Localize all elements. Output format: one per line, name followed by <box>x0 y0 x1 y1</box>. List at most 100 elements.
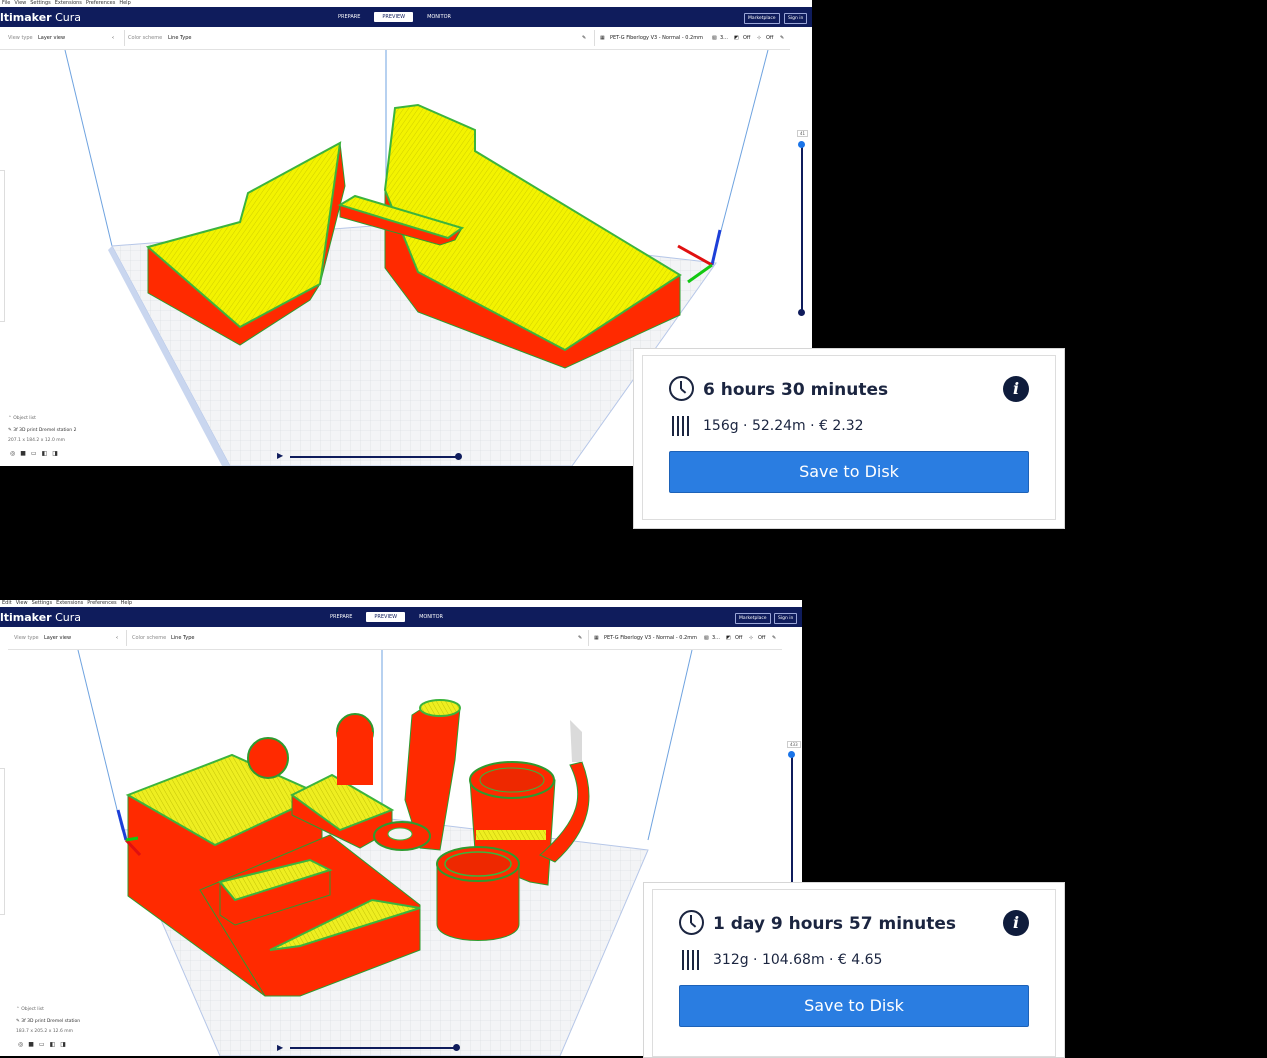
view-options-bar: View type Layer view ‹ Color scheme Line… <box>0 27 790 50</box>
object-list-toggle[interactable]: ⌃ Object list <box>8 416 36 421</box>
layer-number[interactable]: 433 <box>787 741 801 748</box>
menu-edit[interactable]: Edit <box>2 600 12 607</box>
marketplace-button[interactable]: Marketplace <box>744 13 780 24</box>
z-axis <box>116 809 128 841</box>
filament-icon <box>681 950 701 970</box>
tab-prepare[interactable]: PREPARE <box>330 12 368 22</box>
layer-number[interactable]: 41 <box>797 130 809 137</box>
info-icon[interactable]: i <box>1003 376 1029 402</box>
path-slider[interactable] <box>290 1047 456 1049</box>
support-icon: ▧ <box>704 635 709 641</box>
menu-file[interactable]: File <box>2 0 10 7</box>
printer-name: ✎ 3f 3D print Dremel station 2 <box>8 428 77 433</box>
adhesion-value-1: Off <box>735 635 743 641</box>
material-icon: ▦ <box>600 35 605 41</box>
color-scheme-select[interactable]: Line Type <box>171 635 195 641</box>
clock-icon <box>679 910 704 935</box>
play-icon[interactable]: ▶ <box>277 451 283 460</box>
view-type-select[interactable]: Layer view <box>44 635 71 641</box>
support-value: 3... <box>720 35 728 41</box>
layer-slider-bottom-handle[interactable] <box>798 309 805 316</box>
menu-preferences[interactable]: Preferences <box>86 0 115 7</box>
tab-monitor[interactable]: MONITOR <box>419 12 459 22</box>
material-estimate: 312g · 104.68m · € 4.65 <box>713 952 883 968</box>
menu-settings[interactable]: Settings <box>32 600 53 607</box>
pencil-icon[interactable]: ✎ <box>582 35 586 41</box>
edit-settings-icon[interactable]: ✎ <box>772 635 776 641</box>
build-volume-edge <box>77 650 123 831</box>
left-view-icon[interactable]: ◧ <box>42 450 48 457</box>
menu-settings[interactable]: Settings <box>30 0 51 7</box>
view-type-select[interactable]: Layer view <box>38 35 65 41</box>
adhesion-value-1: Off <box>743 35 751 41</box>
info-icon[interactable]: i <box>1003 910 1029 936</box>
header-bar: ltimaker Cura PREPARE PREVIEW MONITOR Ma… <box>0 7 812 27</box>
infill-icon: ◩ <box>734 35 739 41</box>
print-time: 1 day 9 hours 57 minutes <box>713 914 957 934</box>
app-logo: ltimaker Cura <box>0 11 82 24</box>
object-list-toggle[interactable]: ⌃ Object list <box>16 1007 44 1012</box>
tab-preview[interactable]: PREVIEW <box>374 12 414 22</box>
path-slider[interactable] <box>290 456 458 458</box>
menu-extensions[interactable]: Extensions <box>56 600 83 607</box>
view-type-label: View type <box>8 35 33 41</box>
print-estimate-panel-2: 1 day 9 hours 57 minutes i 312g · 104.68… <box>643 882 1065 1058</box>
color-scheme-label: Color scheme <box>128 35 163 41</box>
layer-slider-top-handle[interactable] <box>788 751 795 758</box>
menu-help[interactable]: Help <box>121 600 132 607</box>
edit-settings-icon[interactable]: ✎ <box>780 35 784 41</box>
adhesion-value-2: Off <box>758 635 766 641</box>
printed-part-bracket <box>247 737 289 779</box>
3d-view-icon[interactable]: ◎ <box>18 1041 23 1048</box>
tab-monitor[interactable]: MONITOR <box>411 612 451 622</box>
clock-icon <box>669 376 694 401</box>
menu-bar: File View Settings Extensions Preference… <box>0 0 812 7</box>
view-type-label: View type <box>14 635 39 641</box>
save-to-disk-button[interactable]: Save to Disk <box>679 985 1029 1027</box>
stage-tabs: PREPARE PREVIEW MONITOR <box>322 612 451 622</box>
z-axis <box>710 229 722 266</box>
menu-preferences[interactable]: Preferences <box>87 600 116 607</box>
layer-slider-top-handle[interactable] <box>798 141 805 148</box>
header-bar: ltimaker Cura PREPARE PREVIEW MONITOR Ma… <box>0 607 802 627</box>
path-slider-handle[interactable] <box>453 1044 460 1051</box>
menu-view[interactable]: View <box>16 600 28 607</box>
marketplace-button[interactable]: Marketplace <box>735 613 771 624</box>
menu-extensions[interactable]: Extensions <box>55 0 82 7</box>
top-view-icon[interactable]: ▭ <box>39 1041 45 1048</box>
save-to-disk-button[interactable]: Save to Disk <box>669 451 1029 493</box>
3d-view-icon[interactable]: ◎ <box>10 450 15 457</box>
right-view-icon[interactable]: ◨ <box>60 1041 66 1048</box>
sign-in-button[interactable]: Sign in <box>784 13 808 24</box>
tab-prepare[interactable]: PREPARE <box>322 612 360 622</box>
left-view-icon[interactable]: ◧ <box>50 1041 56 1048</box>
layer-slider[interactable] <box>801 145 803 313</box>
menu-help[interactable]: Help <box>119 0 130 7</box>
build-volume-edge <box>64 50 113 247</box>
chevron-left-icon[interactable]: ‹ <box>112 35 114 41</box>
print-setup-selector[interactable]: PET-G Fiberlogy V3 - Normal - 0.2mm <box>610 35 703 41</box>
view-options-bar: View type Layer view ‹ Color scheme Line… <box>8 627 782 650</box>
filament-icon <box>671 416 691 436</box>
sign-in-button[interactable]: Sign in <box>774 613 798 624</box>
view-orientation-buttons: ◎ ■ ▭ ◧ ◨ <box>10 450 58 457</box>
build-volume-edge <box>647 650 693 841</box>
print-setup-selector[interactable]: PET-G Fiberlogy V3 - Normal - 0.2mm <box>604 635 697 641</box>
pencil-icon[interactable]: ✎ <box>578 635 582 641</box>
play-icon[interactable]: ▶ <box>277 1043 283 1052</box>
chevron-left-icon[interactable]: ‹ <box>116 635 118 641</box>
support-value: 3... <box>712 635 720 641</box>
menu-bar: Edit View Settings Extensions Preference… <box>0 600 802 607</box>
stage-tabs: PREPARE PREVIEW MONITOR <box>330 12 459 22</box>
object-dimensions: 183.7 x 205.2 x 12.6 mm <box>16 1029 74 1034</box>
front-view-icon[interactable]: ■ <box>20 450 26 457</box>
right-view-icon[interactable]: ◨ <box>52 450 58 457</box>
color-scheme-label: Color scheme <box>132 635 167 641</box>
menu-view[interactable]: View <box>14 0 26 7</box>
view-orientation-buttons: ◎ ■ ▭ ◧ ◨ <box>18 1041 66 1048</box>
color-scheme-select[interactable]: Line Type <box>168 35 192 41</box>
path-slider-handle[interactable] <box>455 453 462 460</box>
top-view-icon[interactable]: ▭ <box>31 450 37 457</box>
tab-preview[interactable]: PREVIEW <box>366 612 406 622</box>
front-view-icon[interactable]: ■ <box>28 1041 34 1048</box>
